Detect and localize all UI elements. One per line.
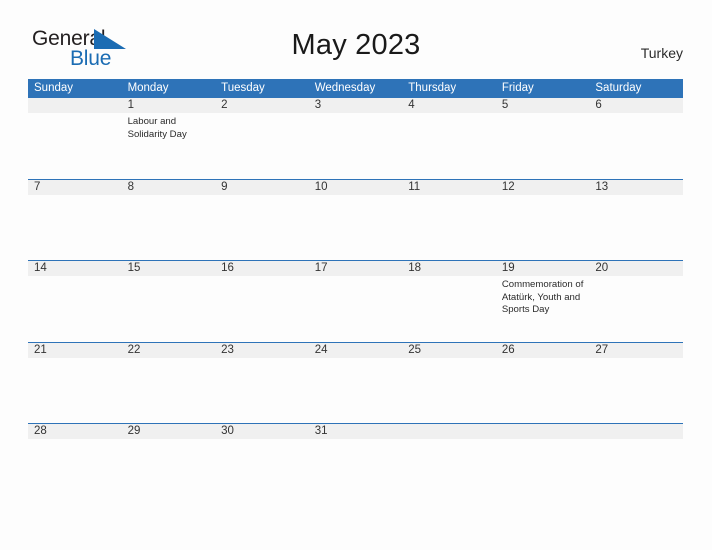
day-number: 28 bbox=[34, 425, 47, 437]
calendar-day-cell[interactable]: 5 bbox=[496, 98, 590, 179]
day-number: 22 bbox=[127, 343, 141, 356]
calendar-day-cell[interactable]: 17 bbox=[309, 261, 403, 342]
calendar-day-cell[interactable]: 28 bbox=[28, 424, 122, 505]
calendar-empty-cell bbox=[496, 424, 590, 505]
calendar-day-cell[interactable]: 18 bbox=[402, 261, 496, 342]
country-label: Turkey bbox=[640, 45, 683, 61]
calendar-day-cell[interactable]: 8 bbox=[122, 180, 216, 261]
page-title: May 2023 bbox=[291, 29, 421, 61]
week-cells: 7 8 9 10 11 12 13 bbox=[28, 180, 683, 261]
weekday-header-friday: Friday bbox=[501, 82, 534, 94]
day-number: 27 bbox=[595, 343, 609, 356]
calendar-weekday-header-row: Sunday Monday Tuesday Wednesday Thursday Frid… bbox=[28, 79, 683, 98]
calendar-day-cell[interactable]: 21 bbox=[28, 343, 122, 424]
calendar-week-row: 14 15 16 17 18 19 Commemoration of Atatürk, Yo… bbox=[28, 260, 683, 342]
weekday-header-wednesday: Wednesday bbox=[314, 82, 376, 94]
week-cells: 1 Labour and Solidarity Day 2 3 4 5 6 bbox=[28, 98, 683, 179]
calendar-day-cell[interactable]: 22 bbox=[122, 343, 216, 424]
calendar-week-row: 21 22 23 24 25 26 27 bbox=[28, 341, 683, 424]
day-number: 18 bbox=[408, 262, 422, 274]
day-number: 16 bbox=[221, 262, 234, 274]
calendar-day-cell[interactable]: 9 bbox=[215, 180, 309, 261]
weekday-header-monday: Monday bbox=[127, 82, 169, 94]
day-number: 13 bbox=[595, 180, 609, 193]
calendar-day-cell[interactable]: 2 bbox=[215, 98, 309, 179]
calendar-day-cell[interactable]: 14 bbox=[28, 261, 122, 342]
day-number bbox=[34, 98, 122, 113]
calendar-day-cell[interactable]: 12 bbox=[496, 180, 590, 261]
day-number: 1 bbox=[127, 99, 134, 111]
calendar-day-cell[interactable]: 10 bbox=[309, 180, 403, 261]
day-number: 10 bbox=[314, 180, 328, 193]
day-number: 4 bbox=[408, 99, 415, 111]
day-number: 29 bbox=[127, 425, 141, 437]
calendar-empty-cell bbox=[402, 424, 496, 505]
calendar-day-cell[interactable]: 27 bbox=[589, 343, 683, 424]
calendar-day-cell[interactable]: 11 bbox=[402, 180, 496, 261]
calendar-day-cell[interactable]: 31 bbox=[309, 424, 403, 505]
calendar-day-cell[interactable]: 13 bbox=[589, 180, 683, 261]
day-number: 2 bbox=[221, 99, 228, 111]
day-number: 21 bbox=[34, 343, 47, 356]
calendar-week-row: 7 8 9 10 11 12 13 bbox=[28, 178, 683, 261]
day-number: 5 bbox=[501, 99, 509, 111]
calendar-week-row: 28 29 30 31 bbox=[28, 423, 683, 505]
week-cells: 14 15 16 17 18 19 Commemoration of Atatürk, Yo… bbox=[28, 261, 683, 342]
day-number: 11 bbox=[408, 180, 421, 193]
day-number: 31 bbox=[314, 425, 328, 437]
calendar-empty-cell bbox=[589, 424, 683, 505]
calendar-day-cell[interactable]: 16 bbox=[215, 261, 309, 342]
calendar-day-cell[interactable]: 26 bbox=[496, 343, 590, 424]
day-number: 20 bbox=[595, 262, 609, 274]
weekday-header-thursday: Thursday bbox=[408, 82, 457, 94]
weekday-header-tuesday: Tuesday bbox=[221, 82, 265, 94]
calendar-week-row: 1 Labour and Solidarity Day 2 3 4 5 6 bbox=[28, 98, 683, 179]
day-number bbox=[502, 424, 590, 439]
weekday-header-sunday: Sunday bbox=[34, 82, 74, 94]
day-number: 3 bbox=[314, 99, 322, 111]
calendar-day-cell[interactable]: 24 bbox=[309, 343, 403, 424]
calendar-day-cell[interactable]: 25 bbox=[402, 343, 496, 424]
weekday-header-saturday: Saturday bbox=[595, 82, 642, 94]
day-number bbox=[408, 424, 496, 439]
day-number: 24 bbox=[314, 343, 328, 356]
calendar-day-cell[interactable]: 15 bbox=[122, 261, 216, 342]
day-number: 25 bbox=[408, 343, 422, 356]
calendar-day-cell[interactable]: 1 Labour and Solidarity Day bbox=[122, 98, 216, 179]
day-number: 6 bbox=[595, 99, 602, 111]
calendar-day-cell[interactable]: 19 Commemoration of Atatürk, Youth and Sp… bbox=[496, 261, 590, 342]
calendar-day-cell[interactable]: 4 bbox=[402, 98, 496, 179]
calendar-empty-cell bbox=[28, 98, 122, 179]
day-number: 30 bbox=[221, 425, 234, 437]
day-events: Commemoration of Atatürk, Youth and Spor… bbox=[502, 276, 590, 317]
calendar-day-cell[interactable]: 29 bbox=[122, 424, 216, 505]
calendar-week-rows: 1 Labour and Solidarity Day 2 3 4 5 6 7 8 9 10 11 12… bbox=[28, 98, 683, 505]
day-number: 8 bbox=[127, 180, 134, 193]
day-number: 14 bbox=[34, 262, 47, 274]
calendar-table: Sunday Monday Tuesday Wednesday Thursday Frid… bbox=[28, 79, 683, 505]
week-cells: 21 22 23 24 25 26 27 bbox=[28, 343, 683, 424]
day-number bbox=[595, 424, 683, 439]
calendar-day-cell[interactable]: 20 bbox=[589, 261, 683, 342]
calendar-day-cell[interactable]: 3 bbox=[309, 98, 403, 179]
day-number: 15 bbox=[127, 262, 141, 274]
day-number: 9 bbox=[221, 180, 228, 193]
day-events: Labour and Solidarity Day bbox=[128, 113, 216, 141]
holiday-event-label: Commemoration of Atatürk, Youth and Spor… bbox=[501, 279, 584, 316]
calendar-day-cell[interactable]: 7 bbox=[28, 180, 122, 261]
day-number: 19 bbox=[501, 262, 515, 274]
day-number: 12 bbox=[501, 180, 515, 193]
page-header: General Blue May 2023 Turkey bbox=[0, 0, 712, 79]
day-number: 7 bbox=[34, 180, 41, 193]
week-cells: 28 29 30 31 bbox=[28, 424, 683, 505]
calendar-day-cell[interactable]: 23 bbox=[215, 343, 309, 424]
day-number: 23 bbox=[221, 343, 234, 356]
holiday-event-label: Labour and Solidarity Day bbox=[127, 116, 187, 140]
calendar-day-cell[interactable]: 30 bbox=[215, 424, 309, 505]
day-number: 17 bbox=[314, 262, 328, 274]
day-number: 26 bbox=[501, 343, 515, 356]
calendar-day-cell[interactable]: 6 bbox=[589, 98, 683, 179]
